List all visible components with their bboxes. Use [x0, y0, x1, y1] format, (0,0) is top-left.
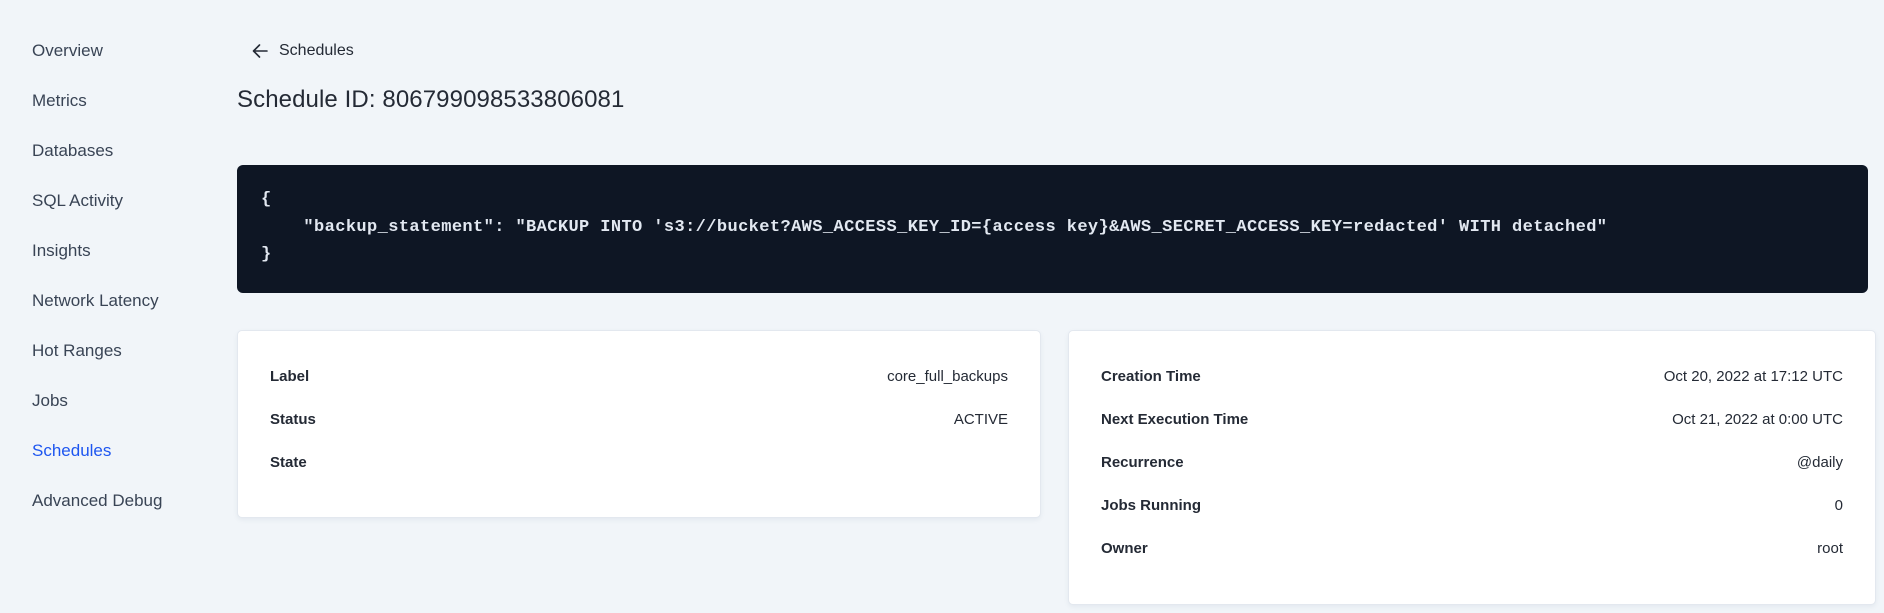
- sidebar-item-insights[interactable]: Insights: [32, 240, 237, 290]
- detail-label: Jobs Running: [1101, 497, 1201, 514]
- sidebar-item-databases[interactable]: Databases: [32, 140, 237, 190]
- code-line: "backup_statement": "BACKUP INTO 's3://b…: [261, 217, 1608, 237]
- page-title: Schedule ID: 806799098533806081: [237, 86, 625, 113]
- code-line: {: [261, 190, 272, 209]
- sidebar-item-metrics[interactable]: Metrics: [32, 90, 237, 140]
- sidebar-nav: Overview Metrics Databases SQL Activity …: [0, 0, 237, 613]
- sidebar-item-jobs[interactable]: Jobs: [32, 390, 237, 440]
- detail-value: 0: [1834, 497, 1843, 514]
- detail-label: Label: [270, 368, 310, 385]
- detail-label: Status: [270, 411, 316, 428]
- detail-value: root: [1817, 540, 1843, 557]
- sidebar-item-label: SQL Activity: [32, 191, 124, 210]
- execution-details-card: Creation Time Oct 20, 2022 at 17:12 UTC …: [1068, 330, 1876, 605]
- detail-row-next-execution-time: Next Execution Time Oct 21, 2022 at 0:00…: [1101, 398, 1843, 441]
- sidebar-item-schedules[interactable]: Schedules: [32, 440, 237, 490]
- detail-value: ACTIVE: [953, 411, 1008, 428]
- detail-row-jobs-running: Jobs Running 0: [1101, 484, 1843, 527]
- arrow-left-icon: [252, 44, 268, 58]
- back-to-schedules-link[interactable]: Schedules: [252, 42, 354, 60]
- detail-label: Next Execution Time: [1101, 411, 1249, 428]
- code-line: }: [261, 245, 272, 264]
- sidebar-item-advanced-debug[interactable]: Advanced Debug: [32, 490, 237, 540]
- detail-row-owner: Owner root: [1101, 527, 1843, 570]
- detail-label: Recurrence: [1101, 454, 1184, 471]
- sidebar-item-label: Advanced Debug: [32, 491, 163, 510]
- detail-value: Oct 21, 2022 at 0:00 UTC: [1672, 411, 1843, 428]
- back-link-label: Schedules: [279, 42, 354, 59]
- detail-label: Owner: [1101, 540, 1148, 557]
- detail-row-state: State: [270, 441, 1008, 484]
- detail-row-creation-time: Creation Time Oct 20, 2022 at 17:12 UTC: [1101, 355, 1843, 398]
- detail-label: Creation Time: [1101, 368, 1201, 385]
- sidebar-item-network-latency[interactable]: Network Latency: [32, 290, 237, 340]
- detail-value: Oct 20, 2022 at 17:12 UTC: [1663, 368, 1843, 385]
- sidebar-item-label: Jobs: [32, 391, 68, 410]
- sidebar-item-label: Insights: [32, 241, 91, 260]
- sidebar-item-label: Network Latency: [32, 291, 159, 310]
- sidebar-item-hot-ranges[interactable]: Hot Ranges: [32, 340, 237, 390]
- detail-row-label: Label core_full_backups: [270, 355, 1008, 398]
- sidebar-item-overview[interactable]: Overview: [32, 40, 237, 90]
- detail-row-status: Status ACTIVE: [270, 398, 1008, 441]
- detail-value: core_full_backups: [887, 368, 1008, 385]
- sidebar-item-label: Hot Ranges: [32, 341, 122, 360]
- detail-value: @daily: [1796, 454, 1843, 471]
- sidebar-item-label: Metrics: [32, 91, 87, 110]
- sidebar-item-label: Databases: [32, 141, 114, 160]
- sidebar-item-label: Schedules: [32, 441, 112, 460]
- sidebar-item-label: Overview: [32, 41, 103, 60]
- sidebar-item-sql-activity[interactable]: SQL Activity: [32, 190, 237, 240]
- detail-row-recurrence: Recurrence @daily: [1101, 441, 1843, 484]
- schedule-details-card: Label core_full_backups Status ACTIVE St…: [237, 330, 1041, 518]
- detail-label: State: [270, 454, 307, 471]
- schedule-definition-code-block: { "backup_statement": "BACKUP INTO 's3:/…: [237, 165, 1868, 293]
